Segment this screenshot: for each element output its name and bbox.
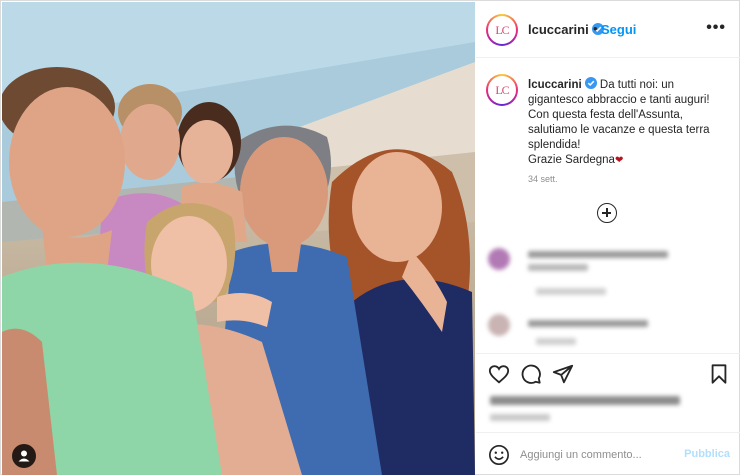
add-comment-bar: Pubblica (476, 432, 740, 475)
publish-button[interactable]: Pubblica (684, 448, 730, 460)
follow-button[interactable]: Segui (601, 22, 636, 37)
separator-dot: • (593, 21, 598, 36)
avatar[interactable]: LC (486, 14, 518, 46)
username-text: lcuccarini (528, 22, 589, 37)
tag-button[interactable] (12, 444, 36, 468)
post-age[interactable]: 34 sett. (528, 174, 558, 184)
post-actions (476, 353, 740, 393)
more-options-icon[interactable]: ••• (706, 19, 726, 37)
user-tag-icon (18, 450, 30, 462)
verified-badge-icon (584, 77, 597, 89)
instagram-post-modal: LC lcuccarini • Segui ••• LC lcuccarini … (0, 0, 740, 475)
caption-username-text: lcuccarini (528, 79, 582, 91)
comment-input[interactable] (520, 447, 680, 463)
post-sidebar: LC lcuccarini • Segui ••• LC lcuccarini … (476, 2, 740, 475)
plus-circle-icon[interactable] (597, 203, 617, 223)
speech-bubble-icon[interactable] (520, 363, 542, 385)
post-header: LC lcuccarini • Segui ••• (476, 2, 740, 58)
avatar-initials: LC (488, 16, 516, 44)
post-photo[interactable] (2, 2, 475, 475)
caption-text: Da tutti noi: un gigantesco abbraccio e … (528, 79, 710, 166)
heart-outline-icon[interactable] (488, 363, 510, 385)
bookmark-icon[interactable] (708, 363, 730, 385)
caption-username[interactable]: lcuccarini (528, 77, 597, 91)
caption-avatar[interactable]: LC (486, 74, 518, 106)
paper-plane-icon[interactable] (552, 363, 574, 385)
smiley-icon[interactable] (488, 444, 510, 466)
post-caption: lcuccarini Da tutti noi: un gigantesco a… (528, 77, 730, 168)
heart-emoji: ❤ (614, 155, 624, 166)
family-selfie-image (2, 2, 475, 475)
caption-avatar-initials: LC (488, 76, 516, 104)
